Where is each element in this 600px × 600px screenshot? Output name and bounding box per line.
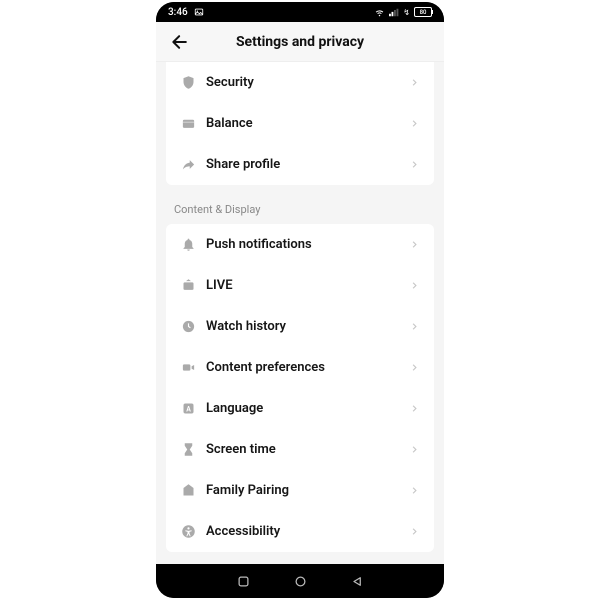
screen: Settings and privacy Security Balance Sh… — [156, 22, 444, 564]
setting-row-balance[interactable]: Balance — [166, 103, 434, 144]
chevron-right-icon — [408, 159, 420, 171]
clock-icon — [180, 319, 196, 335]
setting-row-screen-time[interactable]: Screen time — [166, 429, 434, 470]
content-display-section: Push notifications LIVE Watch history Co… — [166, 224, 434, 552]
setting-row-content-preferences[interactable]: Content preferences — [166, 347, 434, 388]
setting-label: Security — [206, 75, 408, 90]
security-icon — [180, 75, 196, 91]
share-icon — [180, 157, 196, 173]
language-icon — [180, 401, 196, 417]
setting-label: Push notifications — [206, 237, 408, 252]
account-section: Security Balance Share profile — [166, 62, 434, 185]
system-nav-bar — [156, 564, 444, 598]
chevron-right-icon — [408, 280, 420, 292]
chevron-right-icon — [408, 444, 420, 456]
setting-label: Language — [206, 401, 408, 416]
setting-label: Watch history — [206, 319, 408, 334]
chevron-right-icon — [408, 321, 420, 333]
signal-icon — [389, 8, 399, 17]
chevron-right-icon — [408, 77, 420, 89]
settings-content[interactable]: Security Balance Share profile Content &… — [156, 62, 444, 564]
wifi-icon — [374, 8, 385, 17]
chevron-right-icon — [408, 403, 420, 415]
section-header: Content & Display — [156, 185, 444, 224]
chevron-right-icon — [408, 485, 420, 497]
setting-label: Accessibility — [206, 524, 408, 539]
setting-row-accessibility[interactable]: Accessibility — [166, 511, 434, 552]
back-system-button[interactable] — [348, 572, 366, 590]
setting-row-share-profile[interactable]: Share profile — [166, 144, 434, 185]
bell-icon — [180, 237, 196, 253]
header: Settings and privacy — [156, 22, 444, 62]
battery-icon: 80 — [414, 7, 432, 17]
setting-row-live[interactable]: LIVE — [166, 265, 434, 306]
setting-row-security[interactable]: Security — [166, 62, 434, 103]
setting-label: Screen time — [206, 442, 408, 457]
picture-icon — [194, 7, 204, 17]
setting-row-push-notifications[interactable]: Push notifications — [166, 224, 434, 265]
setting-label: Content preferences — [206, 360, 408, 375]
recents-button[interactable] — [235, 572, 253, 590]
setting-label: Share profile — [206, 157, 408, 172]
status-bar: 3:46 ↯ 80 — [156, 2, 444, 22]
video-icon — [180, 360, 196, 376]
live-icon — [180, 278, 196, 294]
setting-label: Balance — [206, 116, 408, 131]
chevron-right-icon — [408, 526, 420, 538]
home-button[interactable] — [291, 572, 309, 590]
balance-icon — [180, 116, 196, 132]
charging-icon: ↯ — [403, 8, 410, 17]
home-icon — [180, 483, 196, 499]
chevron-right-icon — [408, 118, 420, 130]
page-title: Settings and privacy — [168, 34, 432, 50]
hourglass-icon — [180, 442, 196, 458]
phone-frame: 3:46 ↯ 80 Settings and privacy — [156, 2, 444, 598]
accessibility-icon — [180, 524, 196, 540]
status-time: 3:46 — [168, 7, 188, 18]
setting-row-watch-history[interactable]: Watch history — [166, 306, 434, 347]
setting-row-family-pairing[interactable]: Family Pairing — [166, 470, 434, 511]
setting-label: LIVE — [206, 278, 408, 293]
chevron-right-icon — [408, 362, 420, 374]
setting-label: Family Pairing — [206, 483, 408, 498]
setting-row-language[interactable]: Language — [166, 388, 434, 429]
chevron-right-icon — [408, 239, 420, 251]
